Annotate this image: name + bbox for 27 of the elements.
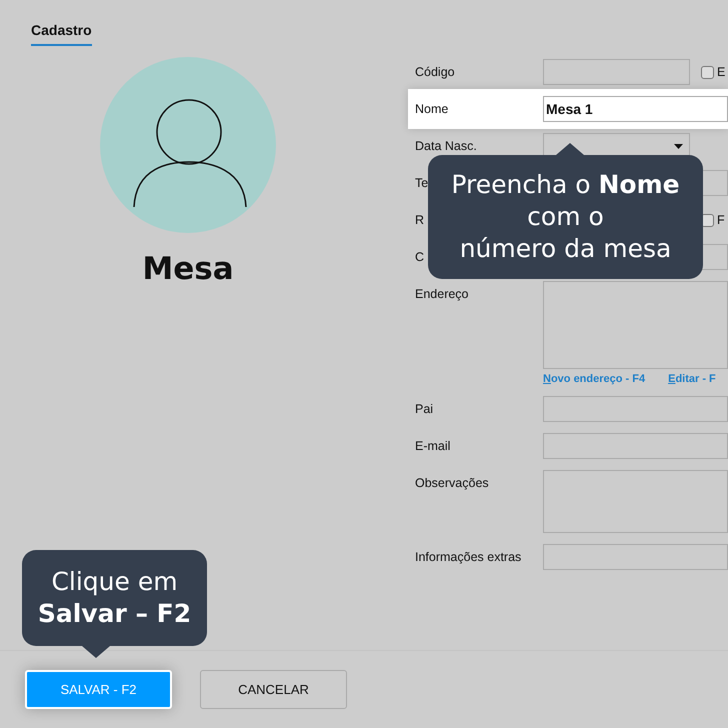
field-label: Data Nasc. — [415, 138, 477, 155]
profile-name: Mesa — [142, 251, 234, 287]
avatar-icon — [100, 57, 276, 233]
field-label: Informações extras — [415, 549, 522, 566]
tab[interactable]: Cadastro — [31, 22, 92, 46]
text-field[interactable] — [543, 544, 728, 570]
field-label: E-mail — [415, 438, 450, 455]
field-label: R — [415, 212, 424, 229]
text-field[interactable] — [543, 59, 690, 85]
checkbox-label: F — [717, 212, 725, 229]
field-label: Observações — [415, 475, 489, 492]
field-label: Te — [415, 175, 428, 192]
text-field[interactable] — [543, 433, 728, 459]
field-label: Código — [415, 64, 455, 81]
field-label: C — [415, 249, 424, 266]
field-label: Nome — [415, 101, 448, 118]
cancel-button[interactable]: CANCELAR — [200, 670, 347, 709]
field-label: Pai — [415, 401, 434, 418]
field-label: Endereço — [415, 286, 469, 303]
text-area[interactable] — [543, 470, 728, 533]
caret-icon — [674, 144, 683, 148]
tooltip: Clique em Salvar – F2 — [22, 550, 207, 658]
text-field[interactable]: Mesa 1 — [543, 96, 728, 122]
text-field[interactable] — [543, 396, 728, 422]
checkbox[interactable] — [701, 66, 714, 78]
checkbox-label: E — [717, 64, 726, 81]
text-area[interactable] — [543, 281, 728, 369]
